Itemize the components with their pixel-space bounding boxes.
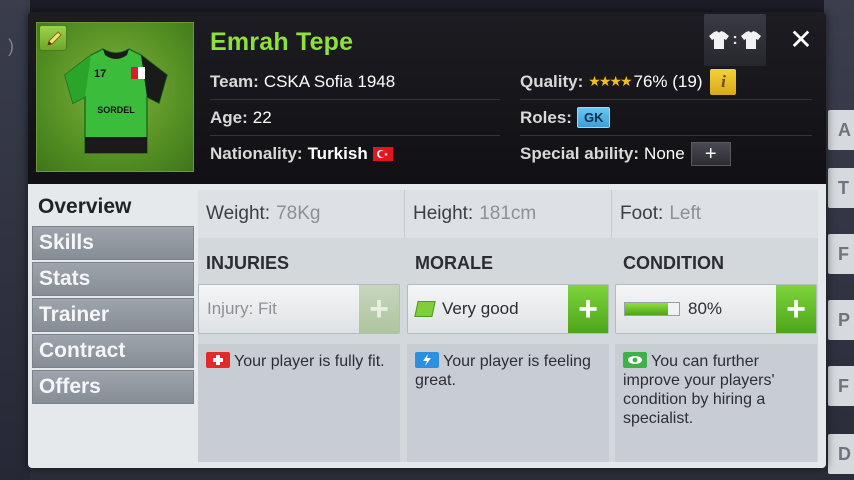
special-ability-row: Special ability: None + xyxy=(520,136,812,172)
quality-row: Quality: ★★★★ 76% (19) i xyxy=(520,64,812,100)
tab-sidebar: Overview Skills Stats Trainer Contract O… xyxy=(32,190,194,406)
morale-title: MORALE xyxy=(415,252,493,273)
shirt-icon xyxy=(709,31,730,49)
weight-label: Weight: xyxy=(206,203,271,224)
condition-status: 80% + xyxy=(615,284,817,334)
jersey-preview: 17 SORDEL xyxy=(36,22,194,172)
roles-label: Roles: xyxy=(520,107,572,127)
crescent-star-icon xyxy=(376,150,388,158)
quality-label: Quality: xyxy=(520,71,584,91)
special-ability-label: Special ability: xyxy=(520,144,640,163)
tab-offers[interactable]: Offers xyxy=(32,370,194,404)
overview-content: Weight: 78Kg Height: 181cm Foot: Left IN… xyxy=(198,190,818,462)
improve-condition-button[interactable]: + xyxy=(776,285,816,333)
height-attribute: Height: 181cm xyxy=(405,190,612,238)
foot-attribute: Foot: Left xyxy=(612,190,818,238)
lightning-icon xyxy=(415,352,439,368)
team-row: Team: CSKA Sofia 1948 xyxy=(210,64,500,100)
role-badge: GK xyxy=(576,107,611,128)
player-details-modal: 17 SORDEL Emrah Tepe Team: CSKA Sofia 19… xyxy=(28,12,826,468)
close-button[interactable]: ✕ xyxy=(784,22,818,56)
nationality-row: Nationality: Turkish xyxy=(210,136,500,172)
condition-title: CONDITION xyxy=(623,252,724,273)
quality-stars-icon: ★★★★ xyxy=(588,73,632,89)
foot-value: Left xyxy=(669,203,702,224)
tab-skills[interactable]: Skills xyxy=(32,226,194,260)
condition-status-text: 80% xyxy=(688,299,723,318)
jersey-icon: 17 SORDEL xyxy=(64,48,168,154)
team-label: Team: xyxy=(210,71,259,91)
medical-cross-icon xyxy=(206,352,230,368)
morale-description-text: Your player is feeling great. xyxy=(415,353,591,389)
tab-overview[interactable]: Overview xyxy=(32,190,194,224)
kit-separator: : xyxy=(732,31,738,48)
turkey-flag-icon xyxy=(372,147,393,161)
add-special-ability-button[interactable]: + xyxy=(690,142,731,166)
tab-stats[interactable]: Stats xyxy=(32,262,194,296)
height-label: Height: xyxy=(413,203,474,224)
team-value[interactable]: CSKA Sofia 1948 xyxy=(264,72,395,92)
injuries-title: INJURIES xyxy=(206,252,290,273)
nationality-label: Nationality: xyxy=(210,144,303,163)
improve-morale-button[interactable]: + xyxy=(568,285,608,333)
age-label: Age: xyxy=(210,107,248,127)
background-top-strip xyxy=(0,0,854,12)
tab-contract[interactable]: Contract xyxy=(32,334,194,368)
shirt-icon xyxy=(740,31,761,49)
player-name: Emrah Tepe xyxy=(210,28,354,56)
player-header: 17 SORDEL Emrah Tepe Team: CSKA Sofia 19… xyxy=(28,12,826,184)
injuries-section: INJURIES Injury: Fit + Your player is fu… xyxy=(198,248,400,462)
morale-status-text: Very good xyxy=(442,299,519,318)
background-tile: T xyxy=(828,168,854,208)
jersey-number: 17 xyxy=(94,68,106,80)
quality-value: 76% (19) xyxy=(633,71,703,91)
tab-trainer[interactable]: Trainer xyxy=(32,298,194,332)
chevron-left-icon: ) xyxy=(8,36,14,56)
injury-status-text: Injury: Fit xyxy=(207,299,277,318)
condition-progress-fill xyxy=(625,303,669,315)
special-ability-value: None xyxy=(644,144,685,163)
age-row: Age: 22 xyxy=(210,100,500,136)
injury-status: Injury: Fit + xyxy=(198,284,400,334)
background-right-panel: A T F P F D xyxy=(824,0,854,480)
treat-injury-button[interactable]: + xyxy=(359,285,399,333)
background-tile: A xyxy=(828,110,854,150)
kit-swap-button[interactable]: : xyxy=(704,14,766,66)
morale-status: Very good + xyxy=(407,284,609,334)
background-tile: P xyxy=(828,300,854,340)
condition-description: You can further improve your players' co… xyxy=(615,344,817,462)
height-value: 181cm xyxy=(479,203,537,224)
morale-flag-icon xyxy=(414,301,436,317)
condition-section: CONDITION 80% + You can further improve … xyxy=(615,248,817,462)
nationality-value: Turkish xyxy=(307,144,368,163)
quality-info-button[interactable]: i xyxy=(710,68,737,95)
condition-progress-bar xyxy=(624,302,680,316)
foot-label: Foot: xyxy=(620,203,664,224)
eye-icon xyxy=(623,352,647,368)
background-tile: D xyxy=(828,434,854,474)
physical-attributes: Weight: 78Kg Height: 181cm Foot: Left xyxy=(198,190,818,238)
background-left-panel: ) xyxy=(0,0,30,480)
player-body: Overview Skills Stats Trainer Contract O… xyxy=(28,184,826,468)
weight-attribute: Weight: 78Kg xyxy=(198,190,405,238)
background-tile: F xyxy=(828,366,854,406)
injury-description: Your player is fully fit. xyxy=(198,344,400,462)
jersey-sponsor: SORDEL xyxy=(97,105,135,115)
weight-value: 78Kg xyxy=(276,203,321,224)
roles-row: Roles: GK xyxy=(520,100,812,136)
morale-description: Your player is feeling great. xyxy=(407,344,609,462)
injury-description-text: Your player is fully fit. xyxy=(234,353,385,370)
background-tile: F xyxy=(828,234,854,274)
morale-section: MORALE Very good + Your player is feelin… xyxy=(407,248,609,462)
age-value: 22 xyxy=(252,107,272,127)
